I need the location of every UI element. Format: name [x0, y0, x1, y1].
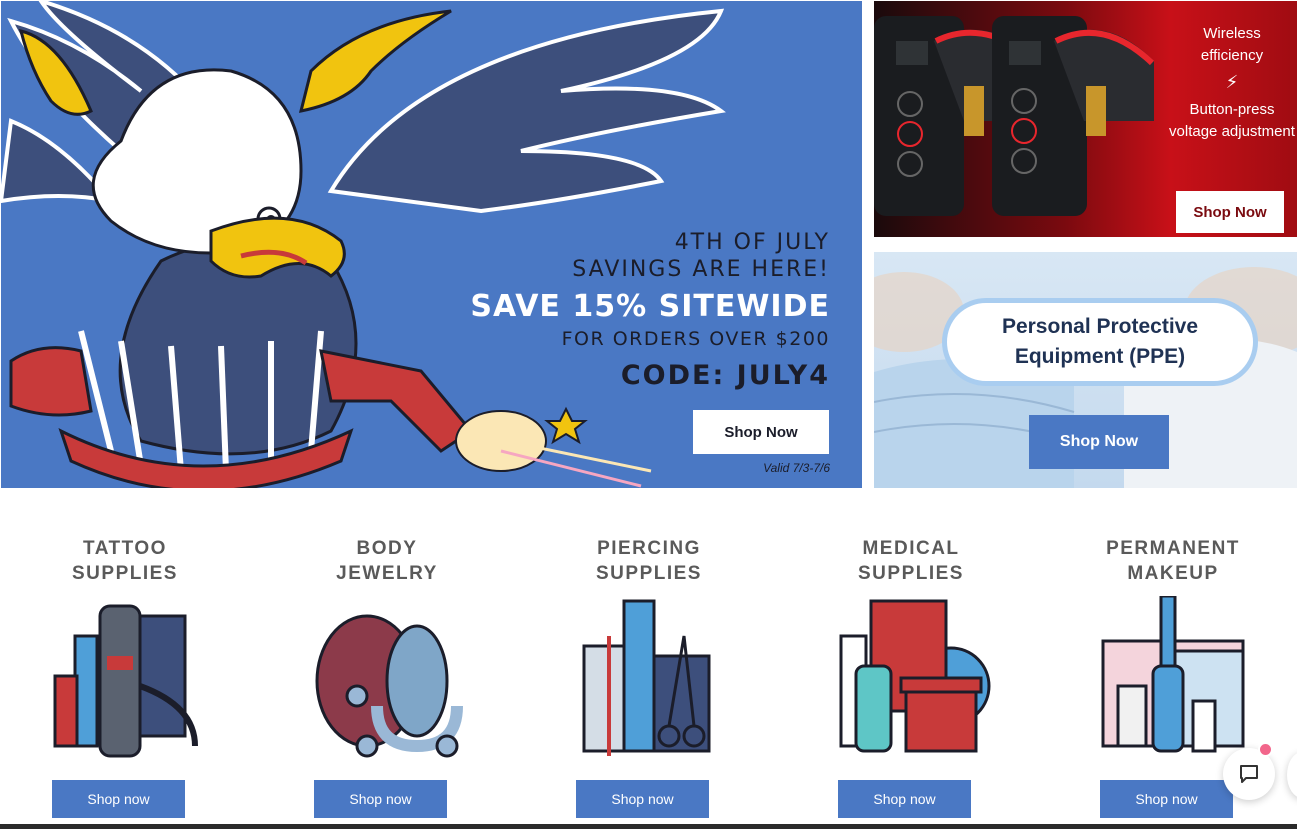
- body-jewelry-shop-now-button[interactable]: Shop now: [314, 780, 447, 818]
- hero-line1: 4TH OF JULY: [674, 230, 830, 255]
- category-tattoo-supplies[interactable]: TATTOO SUPPLIES Shop now: [0, 536, 256, 818]
- category-title: TATTOO SUPPLIES: [72, 538, 178, 584]
- page: 4TH OF JULY SAVINGS ARE HERE! SAVE 15% S…: [0, 0, 1297, 829]
- lightning-icon: ⚡︎: [1225, 72, 1239, 92]
- feature-line4: voltage adjustment: [1169, 123, 1295, 140]
- category-title: MEDICAL SUPPLIES: [858, 538, 964, 584]
- hero-shop-now-button[interactable]: Shop Now: [693, 410, 829, 454]
- piercing-supplies-shop-now-button[interactable]: Shop now: [576, 780, 709, 818]
- medical-supplies-shop-now-button[interactable]: Shop now: [838, 780, 971, 818]
- category-grid: TATTOO SUPPLIES Shop now BODY JEWELRY Sh…: [0, 536, 1297, 826]
- permanent-makeup-shop-now-button[interactable]: Shop now: [1100, 780, 1233, 818]
- chat-icon: [1240, 765, 1258, 783]
- category-piercing-supplies[interactable]: PIERCING SUPPLIES Shop now: [518, 536, 780, 818]
- category-title: BODY JEWELRY: [336, 538, 438, 584]
- hero-subline: FOR ORDERS OVER $200: [561, 328, 830, 350]
- category-medical-supplies[interactable]: MEDICAL SUPPLIES Shop now: [780, 536, 1042, 818]
- feature-line1: Wireless: [1203, 25, 1261, 42]
- hero-text-block: 4TH OF JULY SAVINGS ARE HERE! SAVE 15% S…: [470, 229, 830, 391]
- category-body-jewelry[interactable]: BODY JEWELRY Shop now: [256, 536, 518, 818]
- feature-line2: efficiency: [1200, 47, 1264, 64]
- tattoo-machine-image: [874, 16, 1154, 216]
- ppe-banner[interactable]: Personal Protective Equipment (PPE) Shop…: [874, 252, 1297, 488]
- hero-headline: SAVE 15% SITEWIDE: [470, 289, 830, 324]
- permanent-makeup-illustration: [1101, 594, 1245, 753]
- ppe-title-line1: Personal Protective: [1001, 315, 1199, 338]
- hero-banner[interactable]: 4TH OF JULY SAVINGS ARE HERE! SAVE 15% S…: [1, 1, 862, 488]
- category-title: PIERCING SUPPLIES: [596, 538, 702, 584]
- tattoo-supplies-shop-now-button[interactable]: Shop now: [52, 780, 185, 818]
- tattoo-supplies-illustration: [53, 604, 198, 758]
- bottom-scroll-bar: [0, 824, 1297, 829]
- body-jewelry-illustration: [315, 614, 463, 758]
- feature-line3: Button-press: [1189, 101, 1275, 118]
- piercing-supplies-illustration: [582, 599, 711, 756]
- wireless-shop-now-button[interactable]: Shop Now: [1176, 191, 1284, 233]
- hero-line2: SAVINGS ARE HERE!: [572, 257, 830, 282]
- medical-supplies-illustration: [839, 599, 991, 753]
- wireless-machine-banner[interactable]: Wireless efficiency ⚡︎ Button-press volt…: [874, 1, 1297, 237]
- wireless-features-text: Wireless efficiency ⚡︎ Button-press volt…: [1157, 23, 1297, 143]
- ppe-title-line2: Equipment (PPE): [1014, 345, 1186, 368]
- ppe-title-pill: Personal Protective Equipment (PPE): [942, 298, 1258, 386]
- ppe-shop-now-button[interactable]: Shop Now: [1029, 415, 1169, 469]
- hero-valid-dates: Valid 7/3-7/6: [763, 461, 830, 475]
- category-title: PERMANENT MAKEUP: [1106, 538, 1240, 584]
- category-permanent-makeup[interactable]: PERMANENT MAKEUP Shop now: [1042, 536, 1297, 818]
- chat-notification-dot: [1258, 742, 1273, 757]
- promo-code: CODE: JULY4: [620, 360, 830, 391]
